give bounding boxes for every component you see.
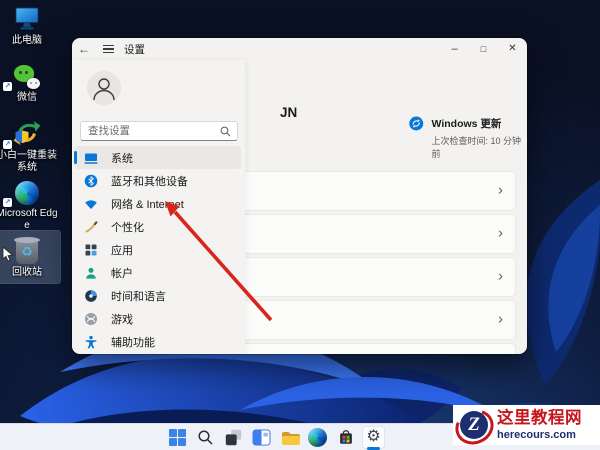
edge-icon [15, 181, 39, 205]
nav-item-system[interactable]: 系统 [74, 146, 241, 169]
windows-update-status: Windows 更新 上次检查时间: 10 分钟前 [409, 116, 527, 160]
watermark-logo-icon: Z [454, 407, 495, 444]
nav-item-personalization[interactable]: 个性化 [74, 215, 241, 238]
task-view-button[interactable] [222, 426, 245, 449]
nav-item-gaming[interactable]: 游戏 [74, 307, 241, 330]
desktop-icon-xiaobai[interactable]: ↗ 小白一键重装系统 [0, 117, 60, 173]
settings-row[interactable]: › [240, 343, 516, 354]
desktop-icon-label: 此电脑 [12, 35, 42, 46]
xiaobai-reinstall-icon [13, 121, 41, 145]
task-view-icon [225, 429, 242, 445]
nav-item-time-language[interactable]: 时间和语言 [74, 284, 241, 307]
system-icon [84, 151, 98, 165]
account-name-fragment: JN [280, 105, 298, 120]
settings-window: ← 设置 – □ ✕ JN Windows 更新 上次检查时间: 10 分钟前 … [72, 38, 527, 354]
desktop-icon-this-pc[interactable]: 此电脑 [0, 2, 60, 47]
clock-icon [84, 289, 98, 303]
windows-update-title: Windows 更新 [431, 118, 502, 130]
watermark-badge: Z 这里教程网 herecours.com [453, 405, 600, 445]
chevron-right-icon: › [498, 224, 503, 242]
widgets-icon [252, 428, 271, 446]
chevron-right-icon: › [498, 267, 503, 285]
gear-icon: ⚙ [366, 428, 381, 445]
settings-row[interactable]: › [240, 214, 516, 254]
search-box [80, 121, 238, 141]
desktop-icon-edge[interactable]: ↗ Microsoft Edge [0, 175, 60, 231]
nav-item-accounts[interactable]: 帐户 [74, 261, 241, 284]
nav-item-apps[interactable]: 应用 [74, 238, 241, 261]
close-button[interactable]: ✕ [498, 38, 527, 60]
search-input[interactable] [81, 125, 220, 137]
desktop-icon-label: 小白一键重装系统 [0, 150, 57, 173]
watermark-site-name: 这里教程网 [497, 409, 582, 428]
settings-row[interactable]: › [240, 300, 516, 340]
watermark-site-url: herecours.com [497, 428, 576, 441]
search-icon [220, 126, 231, 137]
minimize-button[interactable]: – [440, 38, 469, 60]
settings-nav-list: 系统 蓝牙和其他设备 网络 & Internet 个性化 应用 帐户 时间和语言… [74, 146, 241, 353]
sync-icon [409, 116, 424, 131]
taskbar-search-button[interactable] [194, 426, 217, 449]
shortcut-arrow-icon: ↗ [3, 198, 12, 207]
edge-button[interactable] [306, 426, 329, 449]
shortcut-arrow-icon: ↗ [3, 82, 12, 91]
desktop-icon-label: 微信 [17, 92, 37, 103]
nav-item-bluetooth-devices[interactable]: 蓝牙和其他设备 [74, 169, 241, 192]
desktop-icon-recycle-bin[interactable]: ♻ 回收站 [0, 230, 61, 284]
start-button[interactable] [166, 426, 189, 449]
titlebar: ← 设置 – □ ✕ [72, 38, 527, 60]
folder-icon [281, 431, 300, 445]
settings-row-list: › › › › › [240, 171, 516, 354]
menu-icon[interactable] [96, 44, 120, 54]
maximize-button[interactable]: □ [469, 38, 498, 60]
desktop: 此电脑 ↗ 微信 ↗ 小白一键重装系统 ↗ Microsoft Edge ♻ 回… [0, 0, 600, 450]
user-icon [93, 78, 115, 101]
recycle-bin-icon: ♻ [14, 237, 40, 264]
apps-grid-icon [84, 243, 98, 257]
desktop-icon-wechat[interactable]: ↗ 微信 [0, 59, 60, 104]
this-pc-icon [15, 7, 39, 30]
recycle-icon: ♻ [21, 244, 33, 259]
edge-icon [308, 427, 327, 447]
chevron-right-icon: › [498, 310, 503, 328]
settings-nav-pane: 系统 蓝牙和其他设备 网络 & Internet [72, 60, 245, 354]
windows-update-last-checked: 上次检查时间: 10 分钟前 [431, 136, 522, 159]
nav-item-network-internet[interactable]: 网络 & Internet [74, 192, 241, 215]
search-icon [198, 429, 213, 444]
bluetooth-icon [84, 174, 98, 188]
windows-logo-icon [169, 428, 186, 446]
desktop-icon-label: 回收站 [12, 267, 42, 278]
widgets-button[interactable] [250, 426, 273, 449]
xbox-icon [84, 312, 98, 326]
brush-icon [84, 220, 98, 234]
chevron-right-icon: › [498, 181, 503, 199]
back-button[interactable]: ← [72, 42, 96, 56]
avatar[interactable] [87, 71, 121, 105]
file-explorer-button[interactable] [278, 426, 301, 449]
person-icon [84, 266, 98, 280]
nav-item-accessibility[interactable]: 辅助功能 [74, 330, 241, 353]
store-icon [339, 430, 352, 444]
settings-row[interactable]: › [240, 257, 516, 297]
settings-row[interactable]: › [240, 171, 516, 211]
shortcut-arrow-icon: ↗ [3, 140, 12, 149]
wifi-icon [84, 197, 98, 211]
watermark-logo-letter: Z [460, 410, 488, 439]
wechat-icon [14, 65, 40, 89]
accessibility-icon [84, 335, 98, 349]
taskbar-settings-button[interactable]: ⚙ [362, 425, 385, 450]
microsoft-store-button[interactable] [334, 426, 357, 449]
desktop-icon-label: Microsoft Edge [0, 208, 58, 231]
window-title: 设置 [124, 43, 145, 56]
